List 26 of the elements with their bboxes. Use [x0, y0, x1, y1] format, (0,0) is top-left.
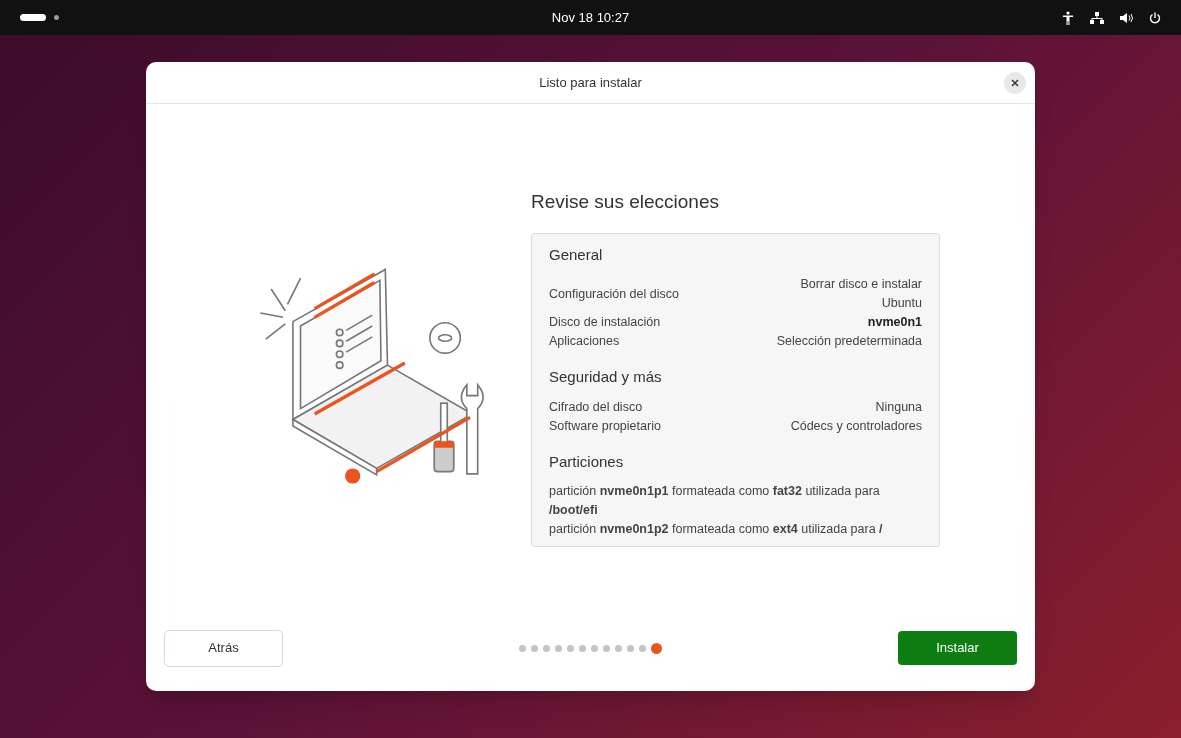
summary-label: Configuración del disco	[549, 285, 679, 303]
summary-label: Aplicaciones	[549, 333, 620, 350]
close-button[interactable]	[1004, 72, 1026, 94]
install-button[interactable]: Instalar	[898, 631, 1017, 665]
close-icon	[1011, 79, 1019, 87]
summary-value: nvme0n1	[867, 314, 922, 331]
power-icon[interactable]	[1149, 11, 1161, 24]
clock[interactable]: Nov 18 10:27	[551, 7, 630, 28]
summary-value: Selección predeterminada	[776, 333, 922, 350]
dialog-title: Listo para instalar	[539, 73, 642, 92]
page-heading: Revise sus elecciones	[531, 190, 720, 214]
summary-label: Cifrado del disco	[549, 398, 643, 416]
section-heading: General	[549, 244, 604, 265]
accessibility-icon[interactable]	[1062, 10, 1074, 25]
section-heading: Particiones	[549, 451, 625, 472]
activities-indicator-icon[interactable]	[20, 14, 46, 21]
summary-value: Ninguna	[875, 398, 922, 416]
summary-value: Borrar disco e instalar Ubuntu	[799, 276, 922, 312]
partition-line: partición nvme0n1p2 formateada como ext4 utilizada para /	[549, 521, 884, 538]
summary-value: Códecs y controladores	[790, 417, 922, 435]
summary-label: Disco de instalación	[549, 314, 661, 331]
network-icon[interactable]	[1090, 11, 1104, 24]
summary-label: Software propietario	[549, 417, 661, 435]
section-heading: Seguridad y más	[549, 367, 663, 387]
back-button[interactable]: Atrás	[164, 629, 283, 667]
volume-icon[interactable]	[1120, 11, 1133, 24]
